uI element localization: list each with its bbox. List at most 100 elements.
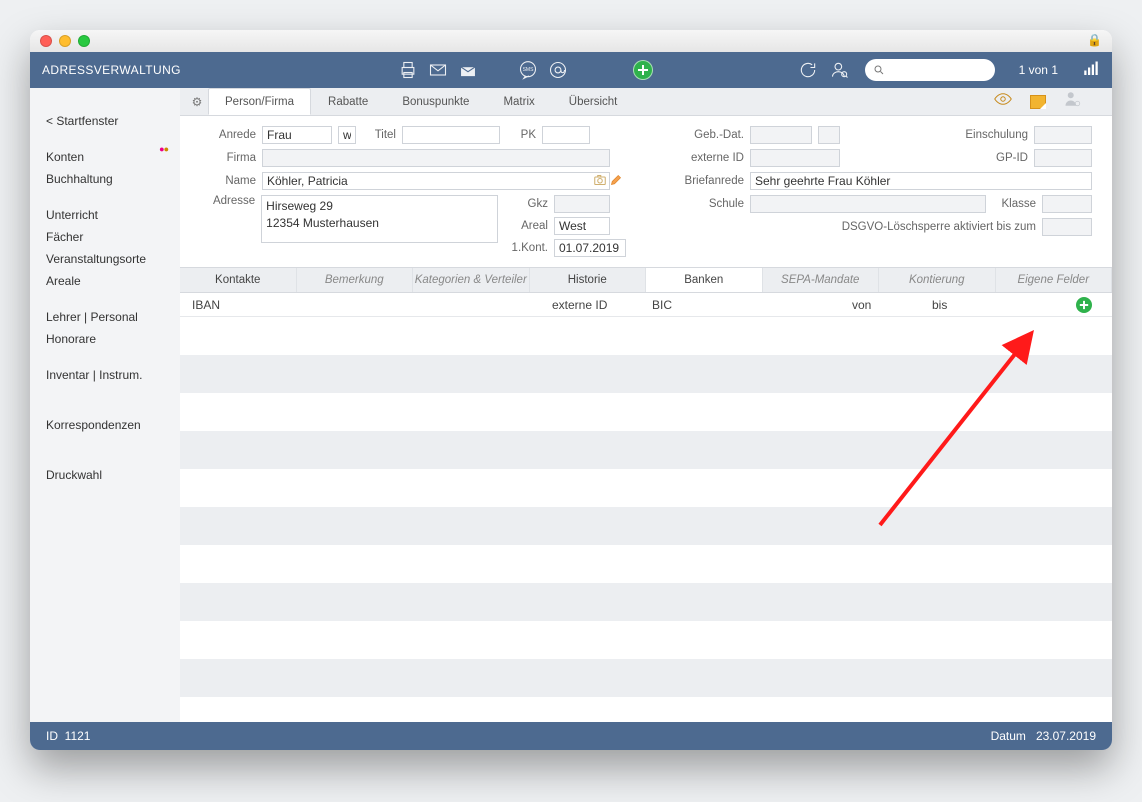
input-pk[interactable]: [542, 126, 590, 144]
lock-icon: 🔒: [1087, 33, 1102, 47]
input-adresse[interactable]: [261, 195, 498, 243]
input-briefanrede[interactable]: [750, 172, 1092, 190]
sidebar: < Startfenster Konten ●● Buchhaltung Unt…: [30, 88, 180, 722]
col-externeid: externe ID: [552, 298, 652, 312]
app-toolbar: ADRESSVERWALTUNG SMS 1 von 1: [30, 52, 1112, 88]
input-gebdat[interactable]: [750, 126, 812, 144]
status-bar: ID 1121 Datum 23.07.2019: [30, 722, 1112, 750]
at-icon[interactable]: [547, 59, 569, 81]
input-age[interactable]: [818, 126, 840, 144]
input-areal[interactable]: [554, 217, 610, 235]
input-kontakt[interactable]: [554, 239, 626, 257]
sidebar-item-konten[interactable]: Konten: [30, 146, 180, 168]
label-name: Name: [196, 175, 256, 187]
input-name[interactable]: [262, 172, 610, 190]
svg-text:SMS: SMS: [522, 67, 534, 73]
camera-icon[interactable]: [594, 174, 606, 189]
bank-grid: [180, 317, 1112, 722]
subtab-kategorien[interactable]: Kategorien & Verteiler: [413, 268, 530, 292]
tab-bonus[interactable]: Bonuspunkte: [385, 88, 486, 115]
mail-open-icon[interactable]: [457, 59, 479, 81]
table-row: [180, 469, 1112, 507]
label-adresse: Adresse: [196, 195, 255, 207]
print-icon[interactable]: [397, 59, 419, 81]
subtab-bemerkung[interactable]: Bemerkung: [297, 268, 414, 292]
tab-uebersicht[interactable]: Übersicht: [552, 88, 635, 115]
app-title: ADRESSVERWALTUNG: [42, 63, 181, 77]
window-minimize-button[interactable]: [59, 35, 71, 47]
top-tabs: ⚙ Person/Firma Rabatte Bonuspunkte Matri…: [180, 88, 1112, 116]
sidebar-item-korrespondenzen[interactable]: Korrespondenzen: [30, 414, 180, 436]
sidebar-item-buchhaltung[interactable]: Buchhaltung: [30, 168, 180, 190]
add-record-button[interactable]: [633, 60, 653, 80]
sidebar-item-faecher[interactable]: Fächer: [30, 226, 180, 248]
table-row: [180, 431, 1112, 469]
sticky-note-icon[interactable]: [1030, 95, 1046, 109]
input-schule[interactable]: [750, 195, 986, 213]
stats-icon[interactable]: [1082, 60, 1100, 81]
table-row: [180, 317, 1112, 355]
col-von: von: [852, 298, 932, 312]
refresh-icon[interactable]: [797, 59, 819, 81]
tab-person[interactable]: Person/Firma: [208, 88, 311, 115]
subtab-eigene[interactable]: Eigene Felder: [996, 268, 1113, 292]
input-firma[interactable]: [262, 149, 610, 167]
eye-icon[interactable]: [994, 91, 1012, 112]
label-kontakt: 1.Kont.: [510, 242, 548, 254]
label-einschulung: Einschulung: [948, 129, 1028, 141]
sidebar-item-orte[interactable]: Veranstaltungsorte: [30, 248, 180, 270]
gear-icon[interactable]: ⚙: [186, 95, 208, 109]
sidebar-dots-icon: ●●: [159, 144, 168, 154]
label-dsgvo: DSGVO-Löschsperre aktiviert bis zum: [842, 221, 1036, 233]
input-gkz[interactable]: [554, 195, 610, 213]
input-titel[interactable]: [402, 126, 500, 144]
footer-id-label: ID: [46, 729, 58, 743]
label-areal: Areal: [510, 220, 548, 232]
subtab-banken[interactable]: Banken: [646, 268, 763, 292]
label-firma: Firma: [196, 152, 256, 164]
sidebar-item-druckwahl[interactable]: Druckwahl: [30, 464, 180, 486]
label-externeid: externe ID: [666, 152, 744, 164]
sidebar-item-inventar[interactable]: Inventar | Instrum.: [30, 364, 180, 386]
input-anrede[interactable]: [262, 126, 332, 144]
input-gpid[interactable]: [1034, 149, 1092, 167]
label-gpid: GP-ID: [978, 152, 1028, 164]
window-zoom-button[interactable]: [78, 35, 90, 47]
sidebar-item-honorare[interactable]: Honorare: [30, 328, 180, 350]
user-search-icon[interactable]: [829, 59, 851, 81]
input-dsgvo[interactable]: [1042, 218, 1092, 236]
record-counter: 1 von 1: [1019, 63, 1058, 77]
sidebar-back[interactable]: < Startfenster: [30, 110, 180, 132]
input-anrede-w[interactable]: [338, 126, 356, 144]
sms-icon[interactable]: SMS: [517, 59, 539, 81]
sidebar-item-areale[interactable]: Areale: [30, 270, 180, 292]
input-klasse[interactable]: [1042, 195, 1092, 213]
pencil-icon[interactable]: [610, 174, 622, 189]
search-input[interactable]: [865, 59, 995, 81]
tab-matrix[interactable]: Matrix: [486, 88, 551, 115]
label-schule: Schule: [666, 198, 744, 210]
footer-date: 23.07.2019: [1036, 729, 1096, 743]
person-settings-icon[interactable]: [1064, 90, 1082, 113]
form-area: Anrede Titel PK Firma Name: [180, 116, 1112, 267]
col-bis: bis: [932, 298, 1012, 312]
col-bic: BIC: [652, 298, 852, 312]
tab-rabatte[interactable]: Rabatte: [311, 88, 385, 115]
table-row: [180, 393, 1112, 431]
sub-tabs: Kontakte Bemerkung Kategorien & Verteile…: [180, 267, 1112, 293]
input-einschulung[interactable]: [1034, 126, 1092, 144]
table-row: [180, 507, 1112, 545]
table-row: [180, 659, 1112, 697]
input-externeid[interactable]: [750, 149, 840, 167]
footer-date-label: Datum: [991, 729, 1026, 743]
subtab-kontakte[interactable]: Kontakte: [180, 268, 297, 292]
add-bank-button[interactable]: [1076, 297, 1092, 313]
table-row: [180, 583, 1112, 621]
sidebar-item-lehrer[interactable]: Lehrer | Personal: [30, 306, 180, 328]
subtab-historie[interactable]: Historie: [530, 268, 647, 292]
sidebar-item-unterricht[interactable]: Unterricht: [30, 204, 180, 226]
window-close-button[interactable]: [40, 35, 52, 47]
subtab-kontierung[interactable]: Kontierung: [879, 268, 996, 292]
subtab-sepa[interactable]: SEPA-Mandate: [763, 268, 880, 292]
mail-icon[interactable]: [427, 59, 449, 81]
